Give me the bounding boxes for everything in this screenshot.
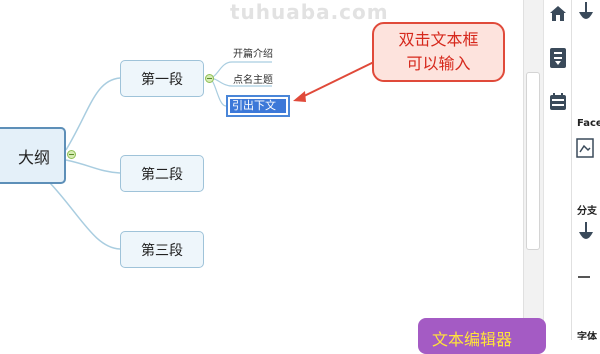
paint-icon[interactable] xyxy=(576,2,596,28)
subtopic-edit-field[interactable]: 引出下文 xyxy=(226,95,290,117)
annotation-callout: 双击文本框 可以输入 xyxy=(372,22,505,82)
collapse-toggle-branch1[interactable] xyxy=(205,74,214,83)
subtopic-2[interactable]: 点名主题 xyxy=(233,71,273,86)
panel-label-branch: 分支 xyxy=(577,206,597,217)
outline-icon[interactable] xyxy=(548,47,568,68)
link-root-branch2 xyxy=(65,159,121,174)
link-root-branch1 xyxy=(65,77,121,151)
branch-icon[interactable] xyxy=(576,222,596,248)
panel-label-font: 字体 xyxy=(577,332,597,340)
callout-line-1: 双击文本框 xyxy=(398,30,479,49)
collapse-toggle-root[interactable] xyxy=(67,150,76,159)
home-icon[interactable] xyxy=(548,4,568,24)
side-toolbar xyxy=(543,0,571,340)
format-panel: Face 分支 字体 xyxy=(571,0,600,340)
link-root-branch3 xyxy=(49,182,121,250)
branch-topic-3[interactable]: 第三段 xyxy=(120,231,204,268)
callout-arrowhead xyxy=(293,91,306,102)
text-editor-badge: 文本编辑器 xyxy=(418,318,546,354)
branch-topic-1[interactable]: 第一段 xyxy=(120,60,204,97)
face-icon[interactable] xyxy=(576,138,594,158)
callout-line-2: 可以输入 xyxy=(406,54,471,73)
mindmap-canvas[interactable]: tuhuaba.com 大纲 第一段 第二段 第三段 开篇介绍 点名主题 引出下… xyxy=(0,0,523,340)
scrollbar-thumb[interactable] xyxy=(526,72,540,250)
selected-text[interactable]: 引出下文 xyxy=(230,99,286,113)
panel-label-face: Face xyxy=(577,118,600,129)
subtopic-1[interactable]: 开篇介绍 xyxy=(233,45,273,60)
divider-line xyxy=(578,276,590,278)
branch-topic-2[interactable]: 第二段 xyxy=(120,155,204,192)
calendar-icon[interactable] xyxy=(548,92,568,112)
root-topic[interactable]: 大纲 xyxy=(0,127,66,184)
callout-arrow-line xyxy=(299,59,379,99)
